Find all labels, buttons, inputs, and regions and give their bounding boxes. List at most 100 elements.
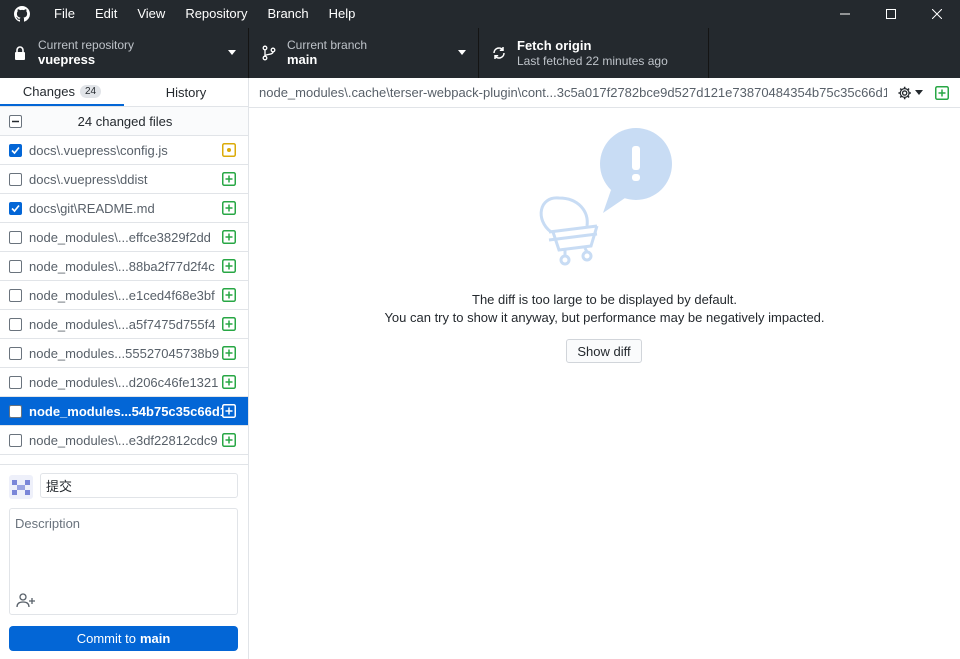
file-added-icon bbox=[222, 375, 236, 389]
last-fetched-text: Last fetched 22 minutes ago bbox=[517, 54, 668, 68]
menu-view[interactable]: View bbox=[127, 0, 175, 28]
toolbar: Current repository vuepress Current bran… bbox=[0, 28, 960, 78]
current-branch-button[interactable]: Current branch main bbox=[249, 28, 479, 78]
file-added-icon bbox=[222, 172, 236, 186]
diff-performance-warning: You can try to show it anyway, but perfo… bbox=[384, 310, 825, 325]
chevron-down-icon bbox=[915, 90, 923, 95]
file-path-bar: node_modules\.cache\terser-webpack-plugi… bbox=[249, 78, 960, 108]
show-diff-button[interactable]: Show diff bbox=[566, 339, 642, 363]
tab-changes-label: Changes bbox=[22, 83, 75, 99]
select-all-checkbox[interactable] bbox=[9, 114, 22, 128]
add-coauthor-icon[interactable] bbox=[16, 592, 36, 608]
tab-history-label: History bbox=[165, 84, 207, 100]
commit-button[interactable]: Commit to main bbox=[9, 626, 238, 651]
file-include-checkbox[interactable] bbox=[9, 433, 22, 447]
file-added-icon bbox=[222, 201, 236, 215]
file-list-item[interactable]: node_modules\...d206c46fe1321 bbox=[0, 368, 248, 397]
file-list-item[interactable]: node_modules\...e1ced4f68e3bf bbox=[0, 281, 248, 310]
commit-description-field[interactable]: Description bbox=[9, 508, 238, 615]
changed-files-count: 24 changed files bbox=[77, 113, 173, 129]
sidebar: Changes 24 History 24 changed files docs… bbox=[0, 78, 249, 659]
file-list-item[interactable]: node_modules\...e3df22812cdc9 bbox=[0, 426, 248, 455]
file-include-checkbox[interactable] bbox=[9, 201, 22, 215]
chevron-down-icon bbox=[458, 50, 466, 55]
commit-button-prefix: Commit to bbox=[76, 631, 136, 646]
file-added-icon bbox=[222, 317, 236, 331]
commit-summary-input[interactable] bbox=[40, 473, 238, 498]
title-bar: File Edit View Repository Branch Help bbox=[0, 0, 960, 28]
file-added-icon bbox=[935, 85, 949, 100]
file-added-icon bbox=[222, 259, 236, 273]
file-path: node_modules\.cache\terser-webpack-plugi… bbox=[259, 85, 887, 100]
tab-changes[interactable]: Changes 24 bbox=[0, 78, 124, 106]
file-name: node_modules...54b75c35c66d1 bbox=[29, 403, 222, 419]
repository-label: Current repository bbox=[38, 38, 135, 52]
file-include-checkbox[interactable] bbox=[9, 259, 22, 273]
branch-icon bbox=[262, 45, 276, 61]
file-list-item[interactable]: node_modules\...a5f7475d755f4 bbox=[0, 310, 248, 339]
fetch-origin-button[interactable]: Fetch origin Last fetched 22 minutes ago bbox=[479, 28, 709, 78]
file-added-icon bbox=[222, 230, 236, 244]
file-added-icon bbox=[222, 404, 236, 418]
avatar bbox=[9, 475, 33, 499]
lock-icon bbox=[15, 46, 25, 60]
menu-branch[interactable]: Branch bbox=[257, 0, 318, 28]
file-modified-icon bbox=[222, 143, 236, 157]
file-list-item[interactable]: node_modules\...effce3829f2dd bbox=[0, 223, 248, 252]
changes-count-badge: 24 bbox=[79, 84, 102, 98]
menu-repository[interactable]: Repository bbox=[175, 0, 257, 28]
file-name: node_modules\...e1ced4f68e3bf bbox=[29, 287, 215, 303]
file-list-item[interactable]: node_modules\...88ba2f77d2f4c bbox=[0, 252, 248, 281]
file-list-item[interactable]: node_modules...54b75c35c66d1 bbox=[0, 397, 248, 426]
maximize-icon[interactable] bbox=[868, 0, 914, 28]
file-name: docs\.vuepress\config.js bbox=[29, 142, 168, 158]
menu-help[interactable]: Help bbox=[319, 0, 366, 28]
file-name: node_modules\...effce3829f2dd bbox=[29, 229, 211, 245]
commit-button-branch: main bbox=[139, 631, 171, 646]
file-name: node_modules\...88ba2f77d2f4c bbox=[29, 258, 215, 274]
file-added-icon bbox=[222, 346, 236, 360]
tab-history[interactable]: History bbox=[124, 78, 248, 106]
file-name: node_modules\...d206c46fe1321 bbox=[29, 374, 219, 390]
file-list-item[interactable]: docs\git\README.md bbox=[0, 194, 248, 223]
file-name: node_modules...55527045738b9 bbox=[29, 345, 220, 361]
file-include-checkbox[interactable] bbox=[9, 288, 22, 302]
file-added-icon bbox=[222, 288, 236, 302]
file-added-icon bbox=[222, 433, 236, 447]
file-include-checkbox[interactable] bbox=[9, 375, 22, 389]
menu-edit[interactable]: Edit bbox=[85, 0, 127, 28]
file-list-item[interactable]: docs\.vuepress\ddist bbox=[0, 165, 248, 194]
file-include-checkbox[interactable] bbox=[9, 317, 22, 331]
branch-label: Current branch bbox=[287, 38, 368, 52]
file-name: node_modules\...e3df22812cdc9 bbox=[29, 432, 218, 448]
commit-panel: Description Commit tomain bbox=[0, 464, 248, 659]
file-include-checkbox[interactable] bbox=[9, 346, 22, 360]
diff-panel: node_modules\.cache\terser-webpack-plugi… bbox=[249, 78, 960, 659]
chevron-down-icon bbox=[228, 50, 236, 55]
gear-icon bbox=[898, 86, 911, 99]
file-list-item[interactable]: node_modules...55527045738b9 bbox=[0, 339, 248, 368]
file-include-checkbox[interactable] bbox=[9, 404, 22, 418]
large-diff-illustration-icon bbox=[539, 128, 672, 266]
diff-too-large-message: The diff is too large to be displayed by… bbox=[472, 292, 737, 307]
file-include-checkbox[interactable] bbox=[9, 230, 22, 244]
minimize-icon[interactable] bbox=[822, 0, 868, 28]
fetch-label: Fetch origin bbox=[517, 38, 592, 53]
menu-bar: File Edit View Repository Branch Help bbox=[44, 0, 365, 28]
window-controls bbox=[822, 0, 960, 28]
branch-name: main bbox=[287, 52, 318, 67]
file-name: docs\git\README.md bbox=[29, 200, 155, 216]
close-icon[interactable] bbox=[914, 0, 960, 28]
diff-settings-button[interactable] bbox=[897, 84, 923, 102]
file-list-item[interactable]: docs\.vuepress\config.js bbox=[0, 136, 248, 165]
menu-file[interactable]: File bbox=[44, 0, 85, 28]
description-placeholder: Description bbox=[15, 516, 81, 531]
file-include-checkbox[interactable] bbox=[9, 172, 22, 186]
github-logo-icon bbox=[0, 0, 44, 28]
sidebar-tabs: Changes 24 History bbox=[0, 78, 248, 107]
repository-name: vuepress bbox=[38, 52, 96, 67]
changed-files-list: docs\.vuepress\config.js docs\.vuepress\d… bbox=[0, 136, 248, 455]
file-include-checkbox[interactable] bbox=[9, 143, 22, 157]
current-repository-button[interactable]: Current repository vuepress bbox=[0, 28, 249, 78]
file-name: node_modules\...a5f7475d755f4 bbox=[29, 316, 216, 332]
